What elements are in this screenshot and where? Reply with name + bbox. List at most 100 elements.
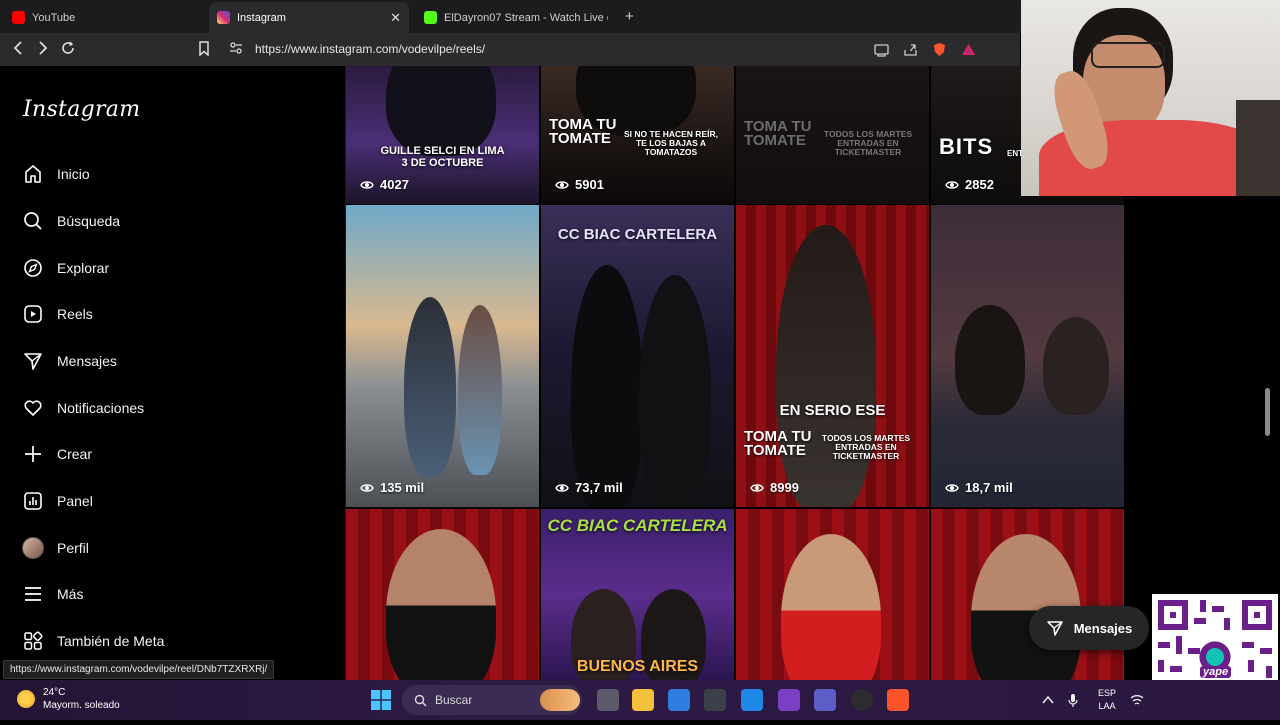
reel-title: CC BIAC CARTELERA: [547, 516, 728, 535]
qr-label: yape: [1200, 666, 1232, 678]
site-settings-icon[interactable]: [229, 41, 243, 59]
reel-view-count: 2852: [965, 177, 994, 192]
instagram-sidebar: Instagram Inicio Búsqueda Explorar Reels…: [0, 66, 346, 680]
reel-tile[interactable]: [736, 509, 929, 680]
search-highlight-icon: [540, 689, 580, 711]
sidebar-item-label: Panel: [57, 493, 93, 509]
menu-icon: [22, 583, 44, 605]
browser-toolbar: https://www.instagram.com/vodevilpe/reel…: [0, 33, 1020, 66]
sidebar-item-explorar[interactable]: Explorar: [22, 255, 109, 281]
temperature: 24°C: [43, 687, 66, 698]
messages-floating-button[interactable]: Mensajes: [1029, 606, 1149, 650]
search-icon: [22, 210, 44, 232]
reels-icon: [22, 303, 44, 325]
messenger-icon: [22, 350, 44, 372]
sidebar-item-label: También de Meta: [57, 633, 165, 649]
bookmark-icon[interactable]: [198, 41, 210, 60]
sidebar-item-label: Perfil: [57, 540, 89, 556]
editor-icon[interactable]: [741, 689, 763, 711]
close-icon[interactable]: ✕: [390, 10, 401, 26]
reel-view-count: 4027: [380, 177, 409, 192]
reel-brand: TOMA TU TOMATE: [744, 428, 812, 459]
language-code: ESP: [1098, 688, 1117, 698]
status-bar-url: https://www.instagram.com/vodevilpe/reel…: [3, 660, 275, 679]
reel-tile[interactable]: CC BIAC CARTELERA 73,7 mil: [541, 205, 734, 507]
home-icon: [22, 163, 44, 185]
reel-caption: SI NO TE HACEN REÍR, TE LOS BAJAS A TOMA…: [624, 129, 718, 157]
sidebar-item-label: Reels: [57, 306, 93, 322]
chevron-up-icon[interactable]: [1042, 694, 1054, 708]
forward-button[interactable]: [37, 41, 49, 59]
reel-tile[interactable]: EN SERIO ESE TOMA TU TOMATE TODOS LOS MA…: [736, 205, 929, 507]
reel-brand: TOMA TU TOMATE: [549, 116, 617, 147]
cast-icon[interactable]: [874, 42, 889, 57]
sidebar-item-mas[interactable]: Más: [22, 581, 83, 607]
reel-views: 8999: [750, 480, 799, 495]
language-indicator[interactable]: ESP LAA: [1098, 687, 1116, 713]
sidebar-item-reels[interactable]: Reels: [22, 301, 93, 327]
youtube-icon: [12, 11, 25, 24]
brave-shields-icon[interactable]: [932, 42, 947, 57]
reel-views: 5901: [555, 177, 604, 192]
windows-icon: [371, 690, 391, 710]
reel-views: 18,7 mil: [945, 480, 1013, 495]
tab-youtube[interactable]: YouTube: [4, 2, 208, 33]
sidebar-item-crear[interactable]: Crear: [22, 441, 92, 467]
share-icon[interactable]: [903, 42, 918, 57]
reel-tile[interactable]: TOMA TU TOMATE SI NO TE HACEN REÍR, TE L…: [541, 66, 734, 204]
start-button[interactable]: [371, 690, 391, 710]
brave-browser-icon[interactable]: [887, 689, 909, 711]
app-icon[interactable]: [704, 689, 726, 711]
reel-tile[interactable]: [931, 509, 1124, 680]
instagram-logo[interactable]: Instagram: [23, 97, 140, 122]
store-icon[interactable]: [668, 689, 690, 711]
reel-caption: CC BIAC CARTELERA: [557, 226, 718, 243]
sidebar-item-label: Notificaciones: [57, 400, 145, 416]
sidebar-item-label: Más: [57, 586, 84, 602]
sidebar-item-inicio[interactable]: Inicio: [22, 161, 90, 187]
sidebar-item-panel[interactable]: Panel: [22, 488, 93, 514]
eye-icon: [360, 483, 374, 492]
compass-icon: [22, 257, 44, 279]
wifi-icon[interactable]: [1130, 694, 1144, 709]
address-bar[interactable]: https://www.instagram.com/vodevilpe/reel…: [255, 42, 485, 56]
page-scrollbar[interactable]: [1265, 388, 1270, 436]
sidebar-item-notificaciones[interactable]: Notificaciones: [22, 395, 144, 421]
sidebar-item-tambien-de-meta[interactable]: También de Meta: [22, 628, 164, 654]
taskbar-search-placeholder: Buscar: [435, 693, 473, 707]
task-view-icon[interactable]: [597, 689, 619, 711]
reel-tile[interactable]: GUILLE SELCI EN LIMA 3 DE OCTUBRE 4027: [346, 66, 539, 204]
keyboard-layout: LAA: [1098, 701, 1116, 711]
reel-tile[interactable]: CC BIAC CARTELERA BUENOS AIRES: [541, 509, 734, 680]
reel-views: 73,7 mil: [555, 480, 623, 495]
sidebar-item-busqueda[interactable]: Búsqueda: [22, 208, 120, 234]
dashboard-icon: [22, 490, 44, 512]
sidebar-item-mensajes[interactable]: Mensajes: [22, 348, 117, 374]
reel-title: EN SERIO ESE: [779, 402, 886, 419]
reel-views: 4027: [360, 177, 409, 192]
back-button[interactable]: [12, 41, 24, 59]
brave-rewards-icon[interactable]: [961, 42, 976, 57]
weather-widget[interactable]: 24°C Mayorm. soleado: [17, 686, 120, 712]
file-explorer-icon[interactable]: [632, 689, 654, 711]
plus-icon: [22, 443, 44, 465]
reel-views: 2852: [945, 177, 994, 192]
tab-kick-stream[interactable]: ElDayron07 Stream - Watch Live on K: [416, 2, 616, 33]
reel-tile[interactable]: 135 mil: [346, 205, 539, 507]
visual-studio-icon[interactable]: [778, 689, 800, 711]
github-icon[interactable]: [851, 689, 873, 711]
reel-tile[interactable]: 18,7 mil: [931, 205, 1124, 507]
reel-view-count: 135 mil: [380, 480, 425, 495]
reel-tile[interactable]: [346, 509, 539, 680]
teams-icon[interactable]: [814, 689, 836, 711]
reels-grid: GUILLE SELCI EN LIMA 3 DE OCTUBRE 4027 T…: [346, 66, 1124, 680]
sidebar-item-perfil[interactable]: Perfil: [22, 535, 89, 561]
heart-icon: [22, 397, 44, 419]
taskbar-search[interactable]: Buscar: [402, 685, 582, 715]
reel-view-count: 5901: [575, 177, 604, 192]
reel-tile[interactable]: TOMA TU TOMATE TODOS LOS MARTES ENTRADAS…: [736, 66, 929, 204]
tab-instagram[interactable]: Instagram ✕: [209, 2, 409, 33]
reload-button[interactable]: [61, 41, 75, 59]
microphone-icon[interactable]: [1068, 694, 1078, 711]
new-tab-button[interactable]: +: [625, 8, 634, 25]
